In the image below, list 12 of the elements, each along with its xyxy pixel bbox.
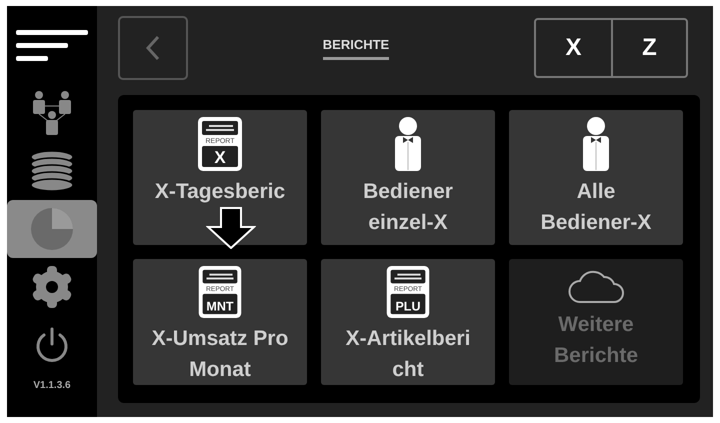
version-label: V1.1.3.6: [33, 380, 71, 391]
tile-label: X-Umsatz Pro Monat: [152, 326, 288, 383]
tile-label: Weitere Berichte: [554, 312, 638, 369]
tile-label: Alle Bediener-X: [540, 179, 652, 236]
report-tile[interactable]: Alle Bediener-X: [509, 110, 683, 245]
tile-label: X-Artikelberi cht: [346, 326, 470, 383]
tile-label: Bediener einzel-X: [363, 179, 453, 236]
tile-label: X-Tagesberic: [154, 179, 286, 205]
page-title: BERICHTE: [322, 36, 390, 60]
mode-button[interactable]: Z: [611, 20, 686, 76]
mode-button[interactable]: X: [536, 20, 611, 76]
report-tile[interactable]: Bediener einzel-X: [321, 110, 495, 245]
